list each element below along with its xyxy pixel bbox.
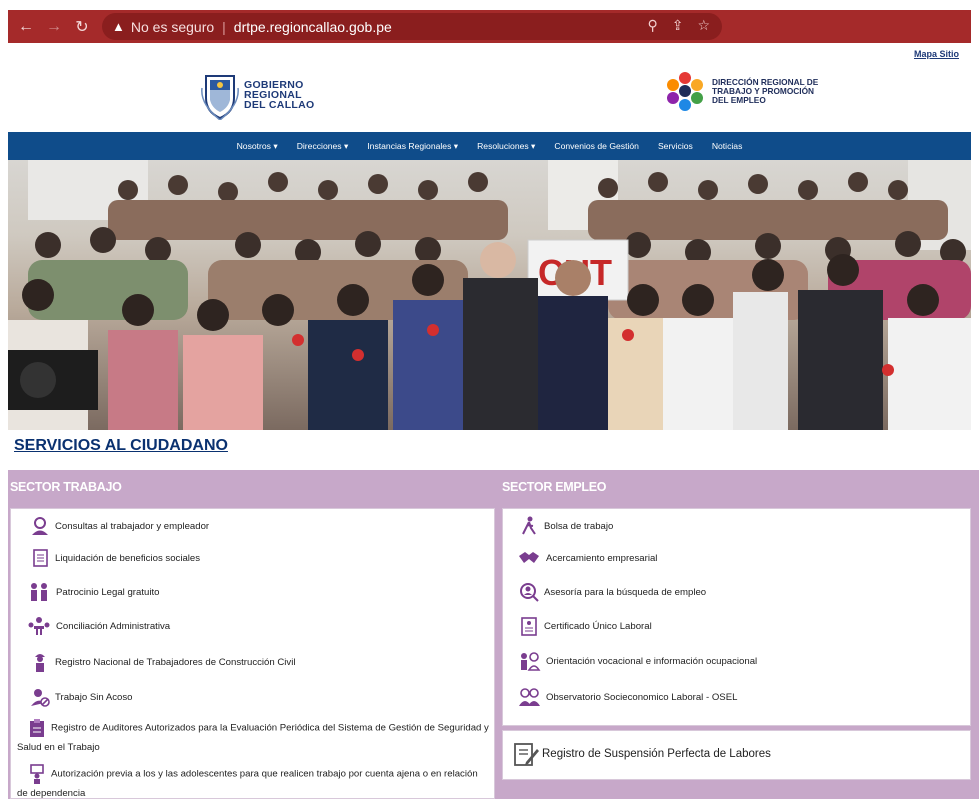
service-construccion-civil-label: Registro Nacional de Trabajadores de Con… — [55, 656, 296, 668]
service-bolsa-trabajo[interactable]: Bolsa de trabajo — [519, 516, 613, 536]
service-osel[interactable]: Observatorio Socieconomico Laboral - OSE… — [517, 687, 737, 707]
service-liquidacion[interactable]: Liquidación de beneficios sociales — [30, 548, 200, 568]
gobierno-regional-logo[interactable]: GOBIERNO REGIONAL DEL CALLAO — [200, 70, 314, 120]
walking-person-icon — [522, 516, 536, 535]
drtpe-hex-icon — [667, 72, 703, 111]
certificate-icon — [521, 617, 537, 636]
gobierno-line3: DEL CALLAO — [244, 99, 315, 111]
reload-icon[interactable]: ↻ — [68, 17, 96, 37]
service-consultas[interactable]: Consultas al trabajador y empleador — [30, 516, 209, 536]
url-text: drtpe.regioncallao.gob.pe — [233, 18, 392, 35]
service-orientacion[interactable]: Orientación vocacional e información ocu… — [517, 651, 757, 671]
service-liquidacion-label: Liquidación de beneficios sociales — [55, 552, 201, 564]
zoom-icon[interactable]: ⚲ — [647, 17, 657, 34]
user-blocked-icon — [31, 689, 50, 707]
services-title[interactable]: SERVICIOS AL CIUDADANO — [14, 437, 228, 455]
nav-convenios[interactable]: Convenios de Gestión — [554, 141, 639, 151]
service-acercamiento-label: Acercamiento empresarial — [546, 552, 658, 564]
sector-empleo-heading: SECTOR EMPLEO — [502, 480, 607, 494]
service-consultas-label: Consultas al trabajador y empleador — [55, 520, 210, 532]
main-nav: Nosotros ▾ Direcciones ▾ Instancias Regi… — [8, 132, 971, 160]
address-bar[interactable]: ▲ No es seguro | drtpe.regioncallao.gob.… — [102, 13, 722, 40]
service-trabajo-sin-acoso-label: Trabajo Sin Acoso — [55, 691, 133, 703]
service-osel-label: Observatorio Socieconomico Laboral - OSE… — [546, 691, 738, 703]
document-edit-icon — [514, 743, 539, 766]
search-person-icon — [520, 583, 539, 602]
service-orientacion-label: Orientación vocacional e información ocu… — [546, 655, 758, 667]
nav-servicios[interactable]: Servicios — [658, 141, 693, 151]
service-suspension-perfecta[interactable]: Registro de Suspensión Perfecta de Labor… — [512, 740, 771, 768]
service-conciliacion-label: Conciliación Administrativa — [56, 620, 171, 632]
nav-resoluciones[interactable]: Resoluciones ▾ — [477, 141, 535, 152]
service-autorizacion-adolescentes[interactable]: Autorización previa a los y las adolesce… — [17, 764, 489, 799]
bookmark-star-icon[interactable]: ☆ — [697, 17, 710, 34]
service-conciliacion[interactable]: Conciliación Administrativa — [27, 616, 170, 636]
forward-arrow-icon[interactable]: → — [40, 18, 68, 36]
hero-group-photo: CUT — [8, 160, 971, 430]
service-acercamiento[interactable]: Acercamiento empresarial — [517, 548, 657, 568]
worker-icon — [35, 654, 45, 672]
site-map-link[interactable]: Mapa Sitio — [914, 49, 959, 59]
warning-icon: ▲ — [112, 19, 125, 34]
two-people-icon — [31, 583, 47, 601]
service-registro-auditores-label: Registro de Auditores Autorizados para l… — [17, 722, 489, 753]
nav-direcciones[interactable]: Direcciones ▾ — [297, 141, 349, 152]
share-icon[interactable]: ⇪ — [672, 17, 684, 34]
service-bolsa-trabajo-label: Bolsa de trabajo — [544, 520, 614, 532]
observatory-people-icon — [519, 688, 540, 706]
service-patrocinio-label: Patrocinio Legal gratuito — [56, 586, 160, 598]
service-registro-auditores[interactable]: Registro de Auditores Autorizados para l… — [17, 718, 489, 757]
callao-shield-icon — [201, 75, 239, 120]
nav-nosotros[interactable]: Nosotros ▾ — [237, 141, 278, 152]
drtpe-line3: DEL EMPLEO — [712, 94, 766, 105]
service-certificado-label: Certificado Único Laboral — [544, 620, 652, 632]
service-suspension-perfecta-label: Registro de Suspensión Perfecta de Labor… — [542, 748, 771, 760]
service-patrocinio[interactable]: Patrocinio Legal gratuito — [27, 582, 159, 602]
sector-trabajo-heading: SECTOR TRABAJO — [10, 480, 122, 494]
nav-noticias[interactable]: Noticias — [712, 141, 743, 151]
nav-instancias-regionales[interactable]: Instancias Regionales ▾ — [367, 141, 458, 152]
user-question-icon — [32, 517, 48, 535]
drtpe-logo[interactable]: DIRECCIÓN REGIONAL DE TRABAJO Y PROMOCIÓ… — [664, 70, 818, 112]
adolescent-work-icon — [30, 764, 44, 784]
meeting-table-icon — [28, 617, 50, 635]
service-construccion-civil[interactable]: Registro Nacional de Trabajadores de Con… — [30, 650, 296, 674]
guidance-people-icon — [521, 652, 541, 671]
browser-toolbar: ← → ↻ ▲ No es seguro | drtpe.regioncalla… — [8, 10, 971, 43]
back-arrow-icon[interactable]: ← — [12, 18, 40, 36]
document-list-icon — [33, 549, 48, 567]
service-certificado[interactable]: Certificado Único Laboral — [519, 616, 652, 636]
service-asesoria-label: Asesoría para la búsqueda de empleo — [544, 586, 707, 598]
hero-illustration: CUT — [8, 160, 971, 430]
service-asesoria[interactable]: Asesoría para la búsqueda de empleo — [519, 582, 706, 602]
clipboard-icon — [30, 719, 44, 737]
service-autorizacion-adolescentes-label: Autorización previa a los y las adolesce… — [17, 768, 478, 799]
security-label: No es seguro — [130, 18, 215, 35]
service-trabajo-sin-acoso[interactable]: Trabajo Sin Acoso — [30, 687, 133, 707]
handshake-icon — [519, 552, 539, 563]
address-divider: | — [222, 18, 226, 35]
